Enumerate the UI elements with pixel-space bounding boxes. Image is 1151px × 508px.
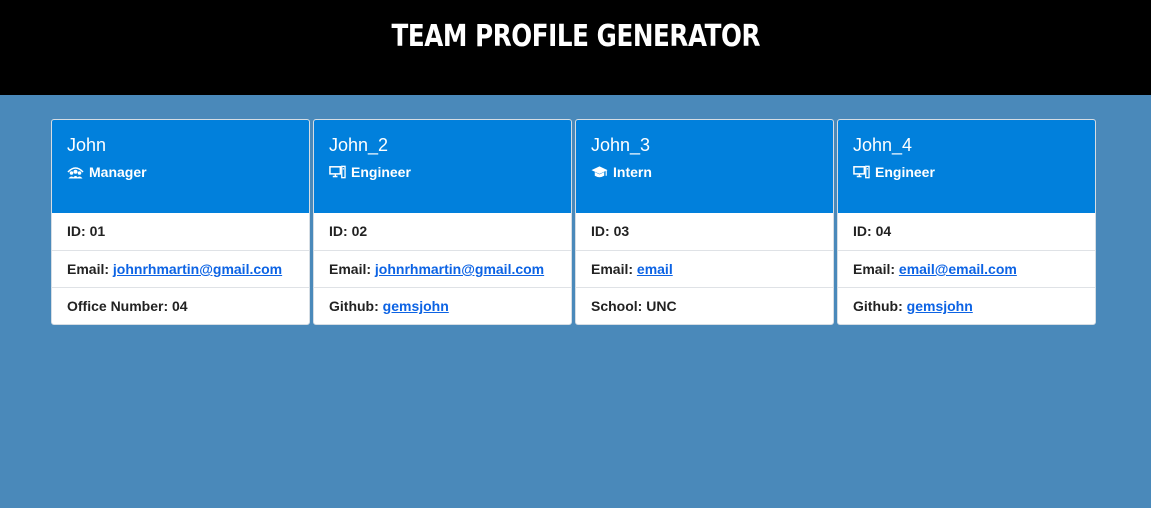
github-link[interactable]: gemsjohn xyxy=(383,298,449,314)
email-link[interactable]: johnrhmartin@gmail.com xyxy=(113,261,282,277)
email-label: Email: xyxy=(591,261,634,277)
office-number-label: Office Number: xyxy=(67,298,169,314)
page-header: Team Profile Generator xyxy=(0,0,1151,95)
employee-card: John_4 Engineer ID: 04 Email: email@emai… xyxy=(837,119,1096,325)
employee-details: ID: 01 Email: johnrhmartin@gmail.com Off… xyxy=(52,213,309,324)
employee-details: ID: 04 Email: email@email.com Github: ge… xyxy=(838,213,1095,324)
card-header: John_4 Engineer xyxy=(838,120,1095,213)
email-link[interactable]: email xyxy=(637,261,673,277)
github-link[interactable]: gemsjohn xyxy=(907,298,973,314)
employee-role: Engineer xyxy=(853,164,1080,180)
team-cards: John Manager ID: 01 Email: johnrhmartin@… xyxy=(51,119,1096,325)
school-label: School: xyxy=(591,298,643,314)
employee-name: John_4 xyxy=(853,135,913,155)
employee-github: Github: gemsjohn xyxy=(314,287,571,324)
employee-name: John xyxy=(67,135,107,155)
office-number-value: 04 xyxy=(172,298,188,314)
employee-id: ID: 02 xyxy=(314,213,571,250)
github-label: Github: xyxy=(329,298,379,314)
employee-school: School: UNC xyxy=(576,287,833,324)
employee-office-number: Office Number: 04 xyxy=(52,287,309,324)
id-label: ID: xyxy=(853,223,872,239)
employee-email: Email: email@email.com xyxy=(838,250,1095,287)
school-value: UNC xyxy=(646,298,677,314)
id-label: ID: xyxy=(591,223,610,239)
graduation-cap-icon xyxy=(591,164,608,180)
card-header: John_3 Intern xyxy=(576,120,833,213)
email-label: Email: xyxy=(329,261,372,277)
employee-role: Manager xyxy=(67,164,294,180)
manager-icon xyxy=(67,164,84,180)
id-label: ID: xyxy=(329,223,348,239)
employee-card: John_3 Intern ID: 03 Email: email School… xyxy=(575,119,834,325)
employee-card: John_2 Engineer ID: 02 Email: johnrhmart… xyxy=(313,119,572,325)
card-header: John Manager xyxy=(52,120,309,213)
employee-email: Email: johnrhmartin@gmail.com xyxy=(314,250,571,287)
employee-id: ID: 01 xyxy=(52,213,309,250)
computer-icon xyxy=(853,164,870,180)
employee-email: Email: email xyxy=(576,250,833,287)
employee-role: Intern xyxy=(591,164,818,180)
id-label: ID: xyxy=(67,223,86,239)
card-header: John_2 Engineer xyxy=(314,120,571,213)
id-value: 02 xyxy=(351,223,368,239)
id-value: 03 xyxy=(613,223,630,239)
employee-name: John_3 xyxy=(591,135,651,155)
email-label: Email: xyxy=(853,261,896,277)
employee-details: ID: 02 Email: johnrhmartin@gmail.com Git… xyxy=(314,213,571,324)
employee-name: John_2 xyxy=(329,135,389,155)
role-label: Manager xyxy=(89,164,147,180)
id-value: 04 xyxy=(875,223,892,239)
github-label: Github: xyxy=(853,298,903,314)
employee-card: John Manager ID: 01 Email: johnrhmartin@… xyxy=(51,119,310,325)
email-label: Email: xyxy=(67,261,110,277)
role-label: Engineer xyxy=(875,164,935,180)
role-label: Intern xyxy=(613,164,652,180)
computer-icon xyxy=(329,164,346,180)
role-label: Engineer xyxy=(351,164,411,180)
employee-role: Engineer xyxy=(329,164,556,180)
id-value: 01 xyxy=(89,223,106,239)
page-title: Team Profile Generator xyxy=(391,19,760,54)
employee-id: ID: 04 xyxy=(838,213,1095,250)
email-link[interactable]: email@email.com xyxy=(899,261,1017,277)
employee-email: Email: johnrhmartin@gmail.com xyxy=(52,250,309,287)
employee-github: Github: gemsjohn xyxy=(838,287,1095,324)
email-link[interactable]: johnrhmartin@gmail.com xyxy=(375,261,544,277)
employee-details: ID: 03 Email: email School: UNC xyxy=(576,213,833,324)
employee-id: ID: 03 xyxy=(576,213,833,250)
